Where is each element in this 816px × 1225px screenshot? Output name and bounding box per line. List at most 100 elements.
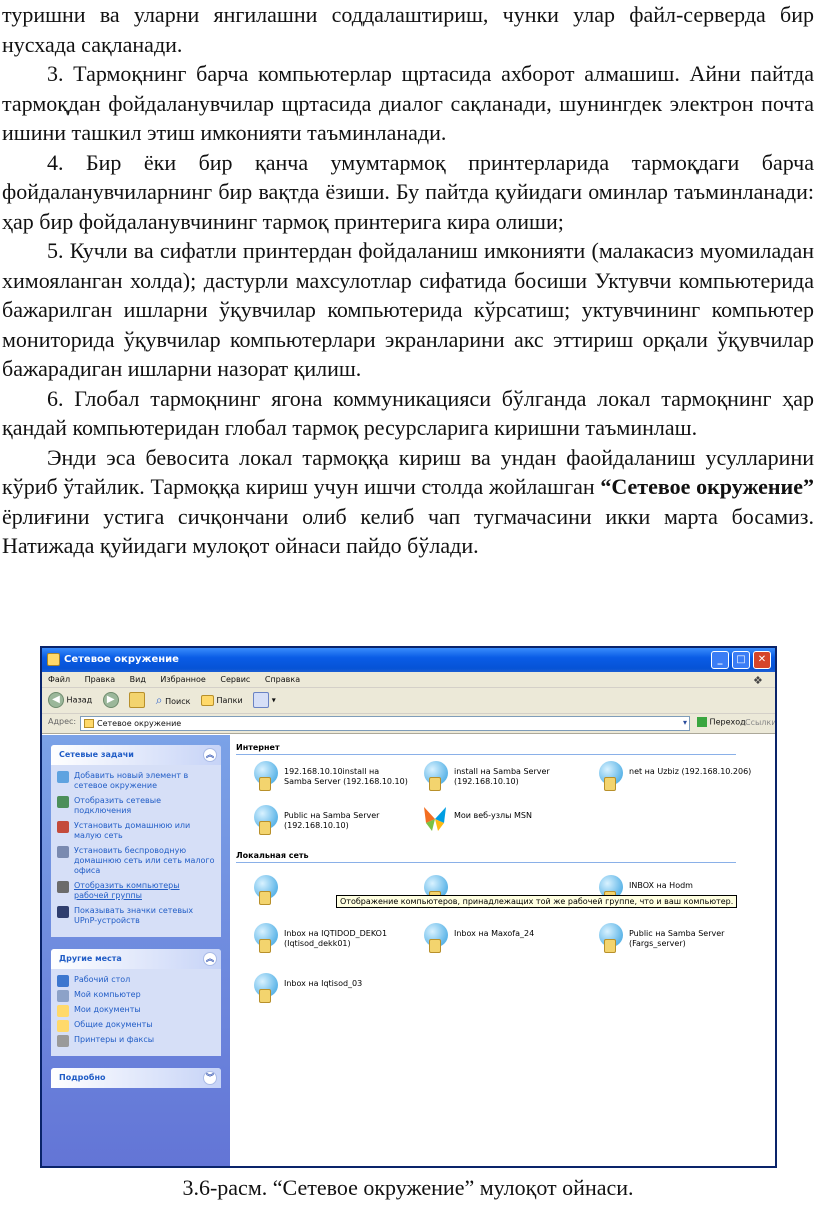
task-show-connections[interactable]: Отобразить сетевые подключения <box>57 796 215 816</box>
maximize-button[interactable]: □ <box>732 651 750 669</box>
other-places-panel: Другие места ︽ Рабочий стол Мой компьютер… <box>51 949 221 1056</box>
go-arrow-icon <box>697 717 707 727</box>
network-tasks-panel: Сетевые задачи ︽ Добавить новый элемент в… <box>51 745 221 937</box>
place-my-computer[interactable]: Мой компьютер <box>57 990 215 1002</box>
body-text: туришни ва уларни янгилашни соддалаштири… <box>2 0 814 561</box>
collapse-chevron-icon[interactable]: ︽ <box>203 952 217 966</box>
toolbar: ◀ Назад ▶ ⌕ Поиск Папки ▾ <box>42 688 775 714</box>
network-share-icon <box>420 759 450 791</box>
network-share-icon <box>250 873 280 905</box>
expand-chevron-icon[interactable]: ︾ <box>203 1071 217 1085</box>
other-places-header[interactable]: Другие места ︽ <box>51 949 221 969</box>
collapse-chevron-icon[interactable]: ︽ <box>203 748 217 762</box>
address-bar: Адрес: Сетевое окружение ▾ Переход Ссылк… <box>42 714 775 734</box>
address-input[interactable]: Сетевое окружение ▾ <box>80 716 690 731</box>
network-share-item[interactable]: install на Samba Server (192.168.10.10) <box>420 759 580 795</box>
place-my-documents[interactable]: Мои документы <box>57 1005 215 1017</box>
network-share-icon <box>250 759 280 791</box>
menu-bar: Файл Правка Вид Избранное Сервис Справка <box>42 672 775 688</box>
explorer-window-screenshot: Сетевое окружение _ □ ✕ Файл Правка Вид … <box>40 646 777 1168</box>
shared-folder-icon <box>57 1020 69 1032</box>
paragraph-3: 4. Бир ёки бир қанча умумтармоқ принтерл… <box>2 149 814 234</box>
network-share-icon <box>250 803 280 835</box>
upnp-icon <box>57 906 69 918</box>
menu-favorites[interactable]: Избранное <box>160 675 205 684</box>
search-icon: ⌕ <box>155 692 163 707</box>
paragraph-5: 6. Глобал тармоқнинг ягона коммуникацияс… <box>2 385 814 441</box>
back-arrow-icon: ◀ <box>48 692 64 708</box>
msn-sites-item[interactable]: Мои веб-узлы MSN <box>420 803 580 839</box>
place-desktop[interactable]: Рабочий стол <box>57 975 215 987</box>
views-button[interactable]: ▾ <box>253 692 276 708</box>
network-tasks-header[interactable]: Сетевые задачи ︽ <box>51 745 221 765</box>
menu-tools[interactable]: Сервис <box>220 675 250 684</box>
forward-arrow-icon: ▶ <box>102 692 119 708</box>
figure-caption: 3.6-расм. “Сетевое окружение” мулоқот ой… <box>182 1175 634 1200</box>
folders-icon <box>200 694 214 706</box>
printer-icon <box>57 1035 69 1047</box>
task-pane: Сетевые задачи ︽ Добавить новый элемент в… <box>42 735 230 1166</box>
links-label[interactable]: Ссылки <box>745 718 775 727</box>
close-button[interactable]: ✕ <box>753 651 771 669</box>
paragraph-4: 5. Кучли ва сифатли принтердан фойдалани… <box>2 238 814 381</box>
internet-group-header: Интернет <box>236 743 736 755</box>
msn-butterfly-icon <box>420 803 450 835</box>
address-label: Адрес: <box>48 717 77 726</box>
chevron-down-icon[interactable]: ▾ <box>683 718 687 727</box>
network-share-item[interactable]: Inbox на Iqtisod_03 <box>250 971 410 1007</box>
menu-help[interactable]: Справка <box>265 675 300 684</box>
up-button[interactable] <box>129 692 146 708</box>
network-share-item[interactable]: Public на Samba Server (Fargs_server) <box>595 921 755 957</box>
desktop-icon <box>57 975 69 987</box>
task-setup-wireless[interactable]: Установить беспроводную домашнюю сеть ил… <box>57 846 215 876</box>
network-share-icon <box>595 921 625 953</box>
workgroup-tooltip: Отображение компьютеров, принадлежащих т… <box>336 895 738 908</box>
place-printers[interactable]: Принтеры и факсы <box>57 1035 215 1047</box>
details-panel: Подробно ︾ <box>51 1068 221 1088</box>
wireless-icon <box>57 846 69 858</box>
place-shared-documents[interactable]: Общие документы <box>57 1020 215 1032</box>
task-show-upnp[interactable]: Показывать значки сетевых UPnP-устройств <box>57 906 215 926</box>
menu-file[interactable]: Файл <box>48 675 70 684</box>
network-share-icon <box>250 971 280 1003</box>
back-button[interactable]: ◀ Назад <box>48 692 92 708</box>
connections-icon <box>57 796 69 808</box>
home-network-icon <box>57 821 69 833</box>
network-share-icon <box>250 921 280 953</box>
network-share-item[interactable]: Inbox на Maxofa_24 <box>420 921 580 957</box>
windows-logo-icon: ❖ <box>753 674 763 687</box>
network-share-item[interactable]: Inbox на IQTIDOD_DEKO1 (Iqtisod_dekk01) <box>250 921 410 957</box>
task-add-network-place[interactable]: Добавить новый элемент в сетевое окружен… <box>57 771 215 791</box>
network-share-icon <box>595 759 625 791</box>
go-button[interactable]: Переход <box>697 717 746 727</box>
folder-icon <box>57 1005 69 1017</box>
add-place-icon <box>57 771 69 783</box>
forward-button[interactable]: ▶ <box>102 692 119 708</box>
network-share-item[interactable]: net на Uzbiz (192.168.10.206) <box>595 759 755 795</box>
paragraph-6-end: ёрлиғини устига сичқончани олиб келиб ча… <box>2 503 814 559</box>
paragraph-2: 3. Тармоқнинг барча компьютерлар щртасид… <box>2 61 814 145</box>
local-network-group-header: Локальная сеть <box>236 851 736 863</box>
network-folder-icon <box>47 653 60 666</box>
folders-button[interactable]: Папки <box>200 694 243 706</box>
network-share-item[interactable]: Public на Samba Server (192.168.10.10) <box>250 803 410 839</box>
paragraph-1: туришни ва уларни янгилашни соддалаштири… <box>2 2 814 57</box>
task-show-workgroup[interactable]: Отобразить компьютеры рабочей группы <box>57 881 215 901</box>
minimize-button[interactable]: _ <box>711 651 729 669</box>
folder-up-icon <box>129 692 146 708</box>
paragraph-6-bold: “Сетевое окружение” <box>600 474 814 499</box>
workgroup-icon <box>57 881 69 893</box>
content-pane: Интернет 192.168.10.10install на Samba S… <box>230 735 775 1166</box>
menu-edit[interactable]: Правка <box>85 675 115 684</box>
search-button[interactable]: ⌕ Поиск <box>156 693 191 708</box>
details-header[interactable]: Подробно ︾ <box>51 1068 221 1088</box>
window-title: Сетевое окружение <box>64 654 179 665</box>
task-setup-home-network[interactable]: Установить домашнюю или малую сеть <box>57 821 215 841</box>
window-titlebar: Сетевое окружение _ □ ✕ <box>42 648 775 672</box>
views-icon <box>253 692 270 708</box>
computer-icon <box>57 990 69 1002</box>
network-share-icon <box>420 921 450 953</box>
menu-view[interactable]: Вид <box>130 675 146 684</box>
network-share-item[interactable]: 192.168.10.10install на Samba Server (19… <box>250 759 410 795</box>
network-icon <box>84 719 94 728</box>
